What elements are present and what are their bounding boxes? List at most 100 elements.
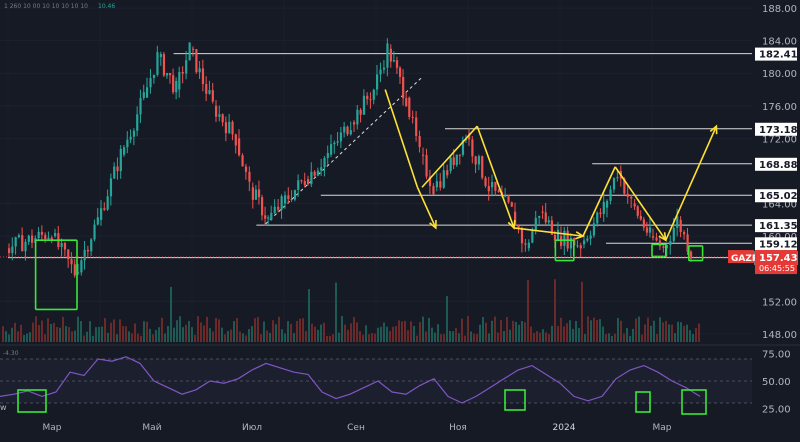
candle-body [452,157,455,165]
candle-body [267,217,270,219]
volume-bar [509,329,511,342]
candle-body [531,230,534,243]
candle-body [248,171,251,182]
candle-body [648,227,652,233]
candle-body [293,189,297,200]
volume-bar [395,326,397,342]
candle-body [425,155,428,177]
volume-bar [443,334,445,342]
volume-bar [173,327,175,342]
level-tag-165.02: 165.02 [759,191,798,202]
volume-bar [488,333,490,342]
candle-body [369,99,372,101]
candle-body [63,243,67,250]
candle-body [346,126,349,135]
volume-bar [554,279,556,342]
candle-body [616,177,619,179]
volume-bar [419,321,421,342]
volume-bar [593,317,595,342]
countdown: 06:45:55 [759,264,795,273]
candle-body [497,190,500,193]
volume-bar [275,324,277,342]
rsi-band [0,359,752,403]
candle-body [109,178,113,197]
volume-bar [29,332,31,342]
volume-bar [557,325,559,342]
candle-body [310,171,313,185]
volume-bar [680,322,682,342]
candle-body [17,235,21,238]
candle-body [658,240,662,247]
candle-body [392,60,396,62]
volume-bar [422,316,424,342]
volume-bar [650,325,652,342]
chart-root: 188.00184.00180.00176.00172.00164.00160.… [0,0,800,438]
volume-bar [284,333,286,342]
volume-bar [497,332,499,342]
volume-bar [581,281,583,342]
volume-bar [440,334,442,342]
candle-body [126,139,129,148]
time-tick-2: Июл [242,423,262,433]
level-tag-159.12: 159.12 [759,239,798,250]
volume-bar [122,326,124,342]
candle-body [257,189,261,198]
candle-body [178,72,181,90]
volume-bar [473,333,475,342]
candle-body [70,259,73,265]
last-price: 157.43 [759,253,798,264]
candle-body [142,92,145,99]
volume-bar [464,335,466,342]
volume-bar [530,326,532,342]
volume-bar [641,334,643,342]
volume-bar [212,331,214,342]
candle-body [192,48,195,50]
volume-bar [146,321,148,342]
candle-body [652,236,655,238]
volume-bar [227,330,229,342]
volume-bar [26,333,28,342]
price-tick-1: 184.00 [762,37,797,48]
candle-body [596,212,599,224]
volume-bar [194,334,196,342]
candle-body [442,170,445,188]
candle-body [280,196,283,210]
volume-bar [359,331,361,342]
volume-bar [38,325,40,342]
volume-bar [314,326,316,342]
volume-bar [413,326,415,342]
candle-body [606,200,609,208]
candle-body [386,43,389,68]
candle-body [504,196,507,198]
volume-bar [479,324,481,342]
candle-body [201,68,205,85]
candle-body [446,170,449,176]
volume-bar [104,318,106,342]
volume-bar [68,326,70,342]
volume-bar [416,335,418,342]
volume-bar [434,332,436,342]
volume-bar [506,317,508,342]
candle-body [349,130,352,135]
volume-bar [377,327,379,342]
volume-bar [107,332,109,342]
candle-body [208,90,211,94]
time-tick-4: Ноя [449,423,467,433]
candle-body [602,201,605,214]
volume-bar [500,320,502,342]
volume-bar [584,334,586,342]
candle-body [655,237,658,241]
price-tick-8: 148.00 [762,330,797,341]
candle-body [86,249,90,252]
volume-bar [23,334,25,342]
candle-body [382,67,386,70]
candle-body [159,54,162,57]
volume-bar [185,324,187,342]
volume-bar [575,320,577,342]
candle-body [83,249,86,261]
volume-bar [215,317,217,342]
volume-bar [8,334,10,342]
time-tick-5: 2024 [553,423,576,433]
candle-body [185,60,188,74]
volume-bar [410,321,412,342]
